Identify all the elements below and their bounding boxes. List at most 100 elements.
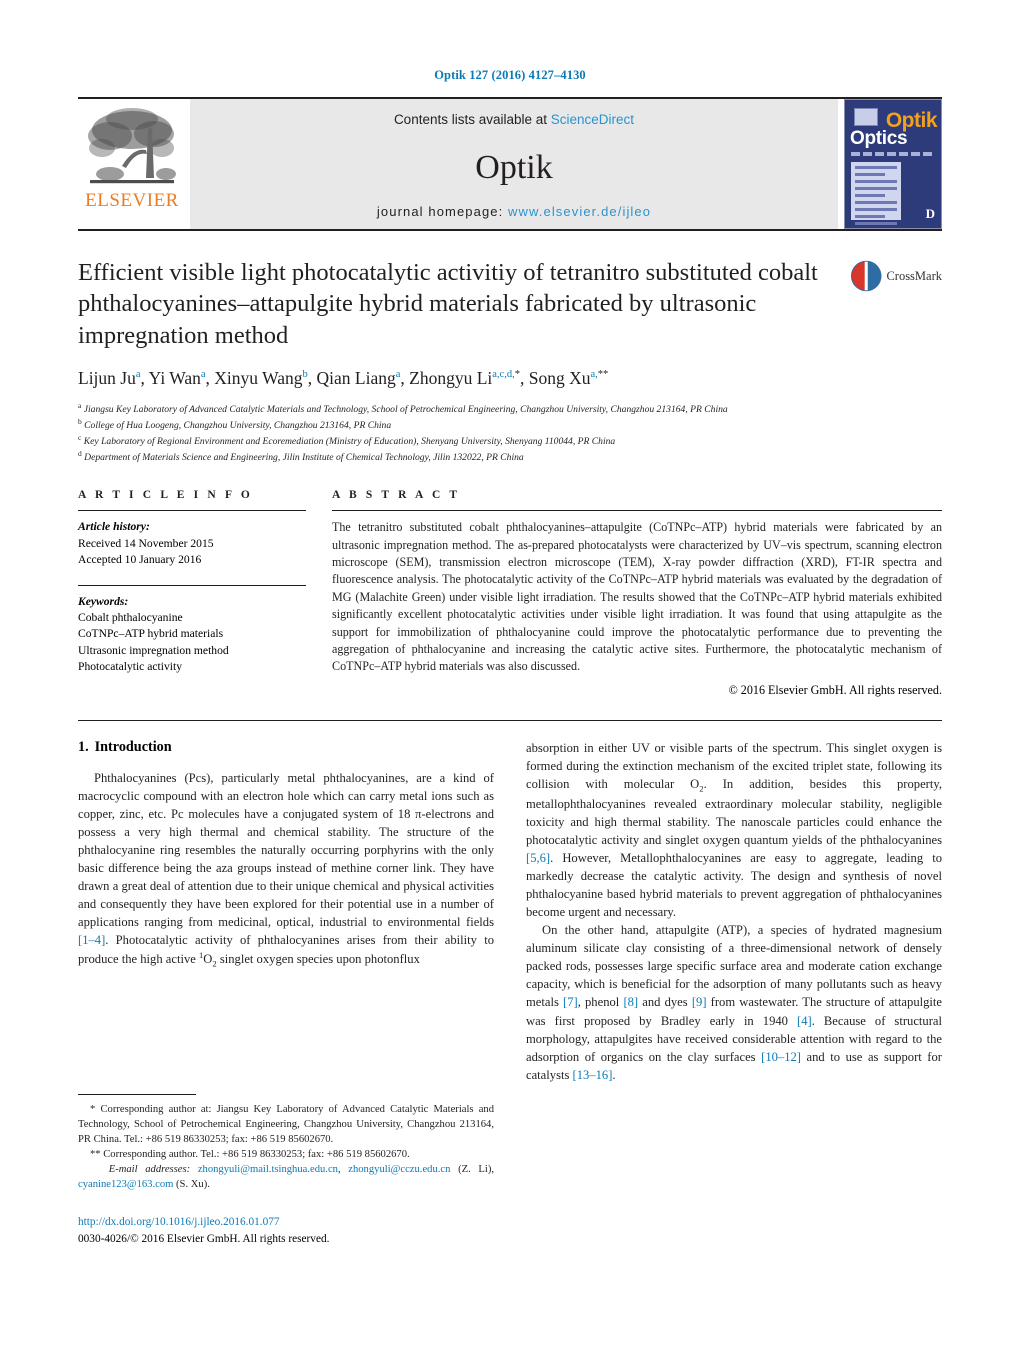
email-owner-1: (Z. Li), — [458, 1164, 494, 1176]
journal-title: Optik — [475, 148, 553, 186]
citation-9[interactable]: [9] — [692, 995, 707, 1009]
affiliation-list: a Jiangsu Key Laboratory of Advanced Cat… — [78, 401, 942, 465]
keyword-item: CoTNPc–ATP hybrid materials — [78, 627, 224, 641]
info-abstract-row: A R T I C L E I N F O Article history: R… — [78, 489, 942, 698]
article-info-column: A R T I C L E I N F O Article history: R… — [78, 489, 306, 698]
elsevier-tree-icon — [88, 108, 176, 184]
section-heading-introduction: 1. Introduction — [78, 739, 494, 756]
body-columns: 1. Introduction Phthalocyanines (Pcs), pa… — [78, 739, 942, 1084]
cover-side-text — [904, 162, 936, 172]
issn-copyright-line: 0030-4026/© 2016 Elsevier GmbH. All righ… — [78, 1232, 330, 1245]
crossmark-icon — [850, 260, 882, 292]
author-item: Yi Wana, — [148, 368, 215, 389]
crossmark-badge[interactable]: CrossMark — [850, 259, 942, 293]
article-history-group: Article history: Received 14 November 20… — [78, 519, 306, 568]
cover-publisher-mark: D — [925, 206, 935, 221]
journal-masthead: ELSEVIER Contents lists available at Sci… — [78, 97, 942, 229]
citation-1-4[interactable]: [1–4] — [78, 933, 105, 947]
intro-p2-part-g: . — [612, 1067, 616, 1082]
cover-contents-panel — [851, 162, 901, 225]
author-item: Qian Lianga, — [316, 368, 410, 389]
article-info-heading: A R T I C L E I N F O — [78, 489, 253, 502]
sciencedirect-link[interactable]: ScienceDirect — [551, 112, 634, 127]
section-title: Introduction — [94, 738, 172, 755]
author-item: Xinyu Wangb, — [214, 368, 317, 389]
intro-p1r-part-c: . However, Metallophthalocyanines are ea… — [526, 850, 942, 920]
keywords-label: Keywords: — [78, 594, 129, 608]
masthead-bottom-rule — [78, 229, 942, 231]
corresponding-author-note-1: * Corresponding author at: Jiangsu Key L… — [78, 1102, 494, 1147]
article-history-item: Received 14 November 2015 — [78, 536, 214, 550]
article-history-item: Accepted 10 January 2016 — [78, 553, 202, 567]
body-top-rule — [78, 719, 942, 721]
author-item: Zhongyu Lia,c,d,*, — [409, 368, 529, 389]
affiliation-mark: d — [78, 449, 82, 459]
citation-10-12[interactable]: [10–12] — [761, 1050, 801, 1064]
paper-page: Optik 127 (2016) 4127–4130 ELSEVIER Cont… — [0, 0, 1020, 1351]
author-item: Song Xua,** — [528, 368, 609, 389]
abstract-heading: A B S T R A C T — [332, 489, 461, 502]
doi-link[interactable]: http://dx.doi.org/10.1016/j.ijleo.2016.0… — [78, 1214, 494, 1230]
page-title: Efficient visible light photocatalytic a… — [78, 259, 818, 349]
elsevier-logo: ELSEVIER — [78, 99, 186, 229]
section-number: 1. — [78, 738, 89, 755]
keywords-group: Keywords: Cobalt phthalocyanine CoTNPc–A… — [78, 594, 306, 676]
cover-badge-icon — [854, 108, 878, 126]
email-label: E-mail addresses: — [108, 1164, 191, 1176]
intro-paragraph-1-cont: absorption in either UV or visible parts… — [526, 739, 942, 921]
article-info-rule — [78, 510, 306, 512]
corr-note-1-text: * Corresponding author at: Jiangsu Key L… — [78, 1104, 494, 1146]
affiliation-item: a Jiangsu Key Laboratory of Advanced Cat… — [78, 401, 942, 417]
contents-prefix: Contents lists available at — [393, 112, 551, 127]
corr-note-2-text: ** Corresponding author. Tel.: +86 519 8… — [90, 1149, 410, 1161]
title-block: Efficient visible light photocatalytic a… — [78, 257, 942, 465]
keyword-item: Photocatalytic activity — [78, 660, 182, 674]
email-addresses-note: E-mail addresses: zhongyuli@mail.tsinghu… — [78, 1164, 494, 1191]
corresponding-author-note-2: ** Corresponding author. Tel.: +86 519 8… — [78, 1147, 494, 1162]
homepage-link[interactable]: www.elsevier.de/ijleo — [508, 204, 651, 219]
running-head: Optik 127 (2016) 4127–4130 — [434, 68, 586, 82]
affiliation-text: Key Laboratory of Regional Environment a… — [83, 436, 616, 448]
email-link-3[interactable]: cyanine123@163.com — [78, 1179, 173, 1190]
author-list: Lijun Jua, Yi Wana, Xinyu Wangb, Qian Li… — [78, 367, 942, 390]
intro-p1-part-a: Phthalocyanines (Pcs), particularly meta… — [78, 770, 494, 930]
citation-5-6[interactable]: [5,6] — [526, 851, 550, 865]
abstract-copyright: © 2016 Elsevier GmbH. All rights reserve… — [728, 682, 942, 697]
intro-paragraph-2: On the other hand, attapulgite (ATP), a … — [526, 921, 942, 1084]
affiliation-text: Department of Materials Science and Engi… — [84, 452, 524, 464]
article-history-label: Article history: — [78, 520, 150, 534]
contents-available-line: Contents lists available at ScienceDirec… — [394, 112, 634, 127]
email-owner-3: (S. Xu). — [176, 1179, 210, 1191]
keyword-item: Cobalt phthalocyanine — [78, 611, 183, 625]
citation-4[interactable]: [4] — [797, 1014, 812, 1028]
abstract-rule — [332, 510, 942, 512]
citation-13-16[interactable]: [13–16] — [573, 1068, 613, 1082]
article-info-separator — [78, 584, 306, 586]
author-item: Lijun Jua, — [78, 368, 149, 389]
affiliation-item: b College of Hua Loogeng, Changzhou Univ… — [78, 417, 942, 433]
footnote-rule — [78, 1094, 196, 1095]
email-link-2[interactable]: zhongyuli@cczu.edu.cn — [348, 1164, 450, 1175]
elsevier-wordmark: ELSEVIER — [85, 190, 179, 211]
affiliation-mark: b — [78, 416, 82, 426]
cover-title-secondary: Optics — [850, 128, 908, 149]
email-link-1[interactable]: zhongyuli@mail.tsinghua.edu.cn — [198, 1164, 338, 1175]
abstract-column: A B S T R A C T The tetranitro substitut… — [332, 489, 942, 698]
affiliation-text: Jiangsu Key Laboratory of Advanced Catal… — [83, 404, 728, 416]
affiliation-mark: c — [78, 433, 82, 443]
journal-homepage-line: journal homepage: www.elsevier.de/ijleo — [377, 204, 651, 219]
intro-p1-part-c: singlet oxygen species upon photonflux — [216, 952, 420, 967]
doi-block: http://dx.doi.org/10.1016/j.ijleo.2016.0… — [78, 1214, 494, 1247]
masthead-center: Contents lists available at ScienceDirec… — [190, 99, 838, 229]
crossmark-label: CrossMark — [886, 268, 942, 283]
body-column-right: absorption in either UV or visible parts… — [526, 739, 942, 1084]
intro-paragraph-1: Phthalocyanines (Pcs), particularly meta… — [78, 769, 494, 971]
keyword-item: Ultrasonic impregnation method — [78, 643, 229, 657]
body-column-left: 1. Introduction Phthalocyanines (Pcs), pa… — [78, 739, 494, 1084]
citation-8[interactable]: [8] — [623, 995, 638, 1009]
abstract-text: The tetranitro substituted cobalt phthal… — [332, 520, 942, 674]
affiliation-mark: a — [78, 400, 82, 410]
affiliation-item: c Key Laboratory of Regional Environment… — [78, 433, 942, 449]
intro-p2-part-b: , phenol — [577, 995, 624, 1010]
citation-7[interactable]: [7] — [563, 995, 578, 1009]
